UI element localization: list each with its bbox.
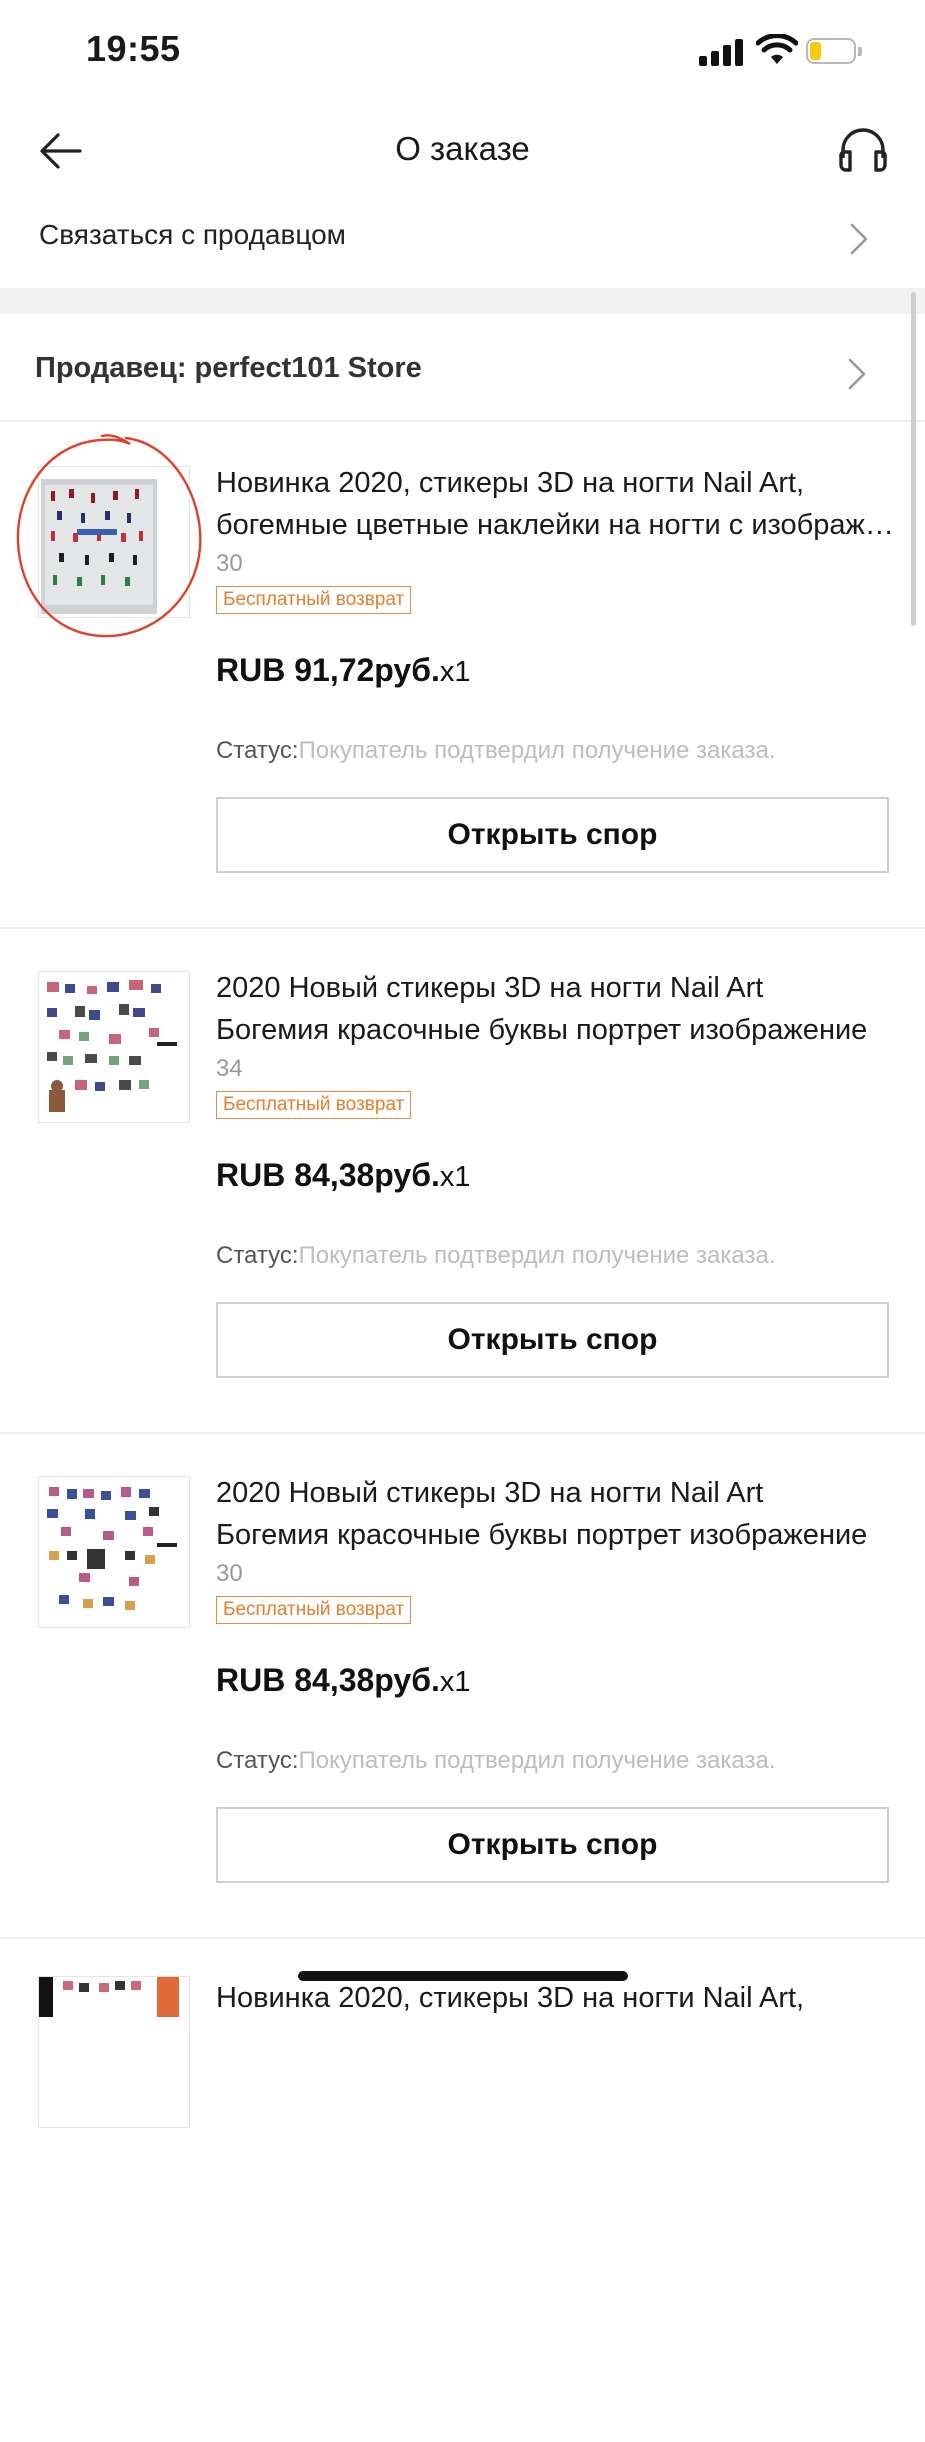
- product-title[interactable]: 2020 Новый стикеры 3D на ногти Nail Art …: [216, 967, 898, 1051]
- seller-name: Продавец: perfect101 Store: [35, 352, 422, 384]
- chevron-right-icon: [848, 358, 866, 390]
- free-return-badge: Бесплатный возврат: [216, 1596, 412, 1624]
- product-price: RUB 91,72руб.x1: [216, 652, 471, 688]
- product-title[interactable]: Новинка 2020, стикеры 3D на ногти Nail A…: [216, 462, 898, 546]
- annotation-circle: [16, 434, 202, 638]
- contact-seller-label: Связаться с продавцом: [39, 219, 346, 250]
- status-bar: 19:55: [0, 0, 925, 100]
- order-status: Статус:Покупатель подтвердил получение з…: [216, 1242, 776, 1269]
- nav-header: О заказе: [0, 110, 925, 192]
- product-quantity: x1: [439, 1161, 471, 1193]
- product-image[interactable]: [39, 1477, 189, 1627]
- product-quantity: x1: [439, 656, 471, 688]
- free-return-badge: Бесплатный возврат: [216, 586, 412, 614]
- section-divider: [0, 288, 925, 314]
- status-time: 19:55: [86, 28, 181, 69]
- product-sku: 30: [216, 550, 243, 577]
- product-image[interactable]: [39, 972, 189, 1122]
- cellular-signal-icon: [699, 38, 743, 66]
- open-dispute-button[interactable]: Открыть спор: [216, 1807, 889, 1883]
- order-item: 2020 Новый стикеры 3D на ногти Nail Art …: [0, 1432, 925, 1939]
- product-price: RUB 84,38руб.x1: [216, 1662, 471, 1698]
- sticker-sheet-image: [39, 972, 189, 1122]
- sticker-sheet-image: [39, 1477, 189, 1627]
- headset-support-icon[interactable]: [834, 122, 892, 180]
- order-status: Статус:Покупатель подтвердил получение з…: [216, 1747, 776, 1774]
- battery-icon: [806, 38, 862, 66]
- home-indicator[interactable]: [298, 1971, 628, 1981]
- product-quantity: x1: [439, 1666, 471, 1698]
- product-sku: 34: [216, 1055, 243, 1082]
- chevron-right-icon: [850, 223, 868, 255]
- contact-seller-row[interactable]: Связаться с продавцом: [0, 205, 925, 275]
- order-item: 2020 Новый стикеры 3D на ногти Nail Art …: [0, 927, 925, 1434]
- product-title[interactable]: Новинка 2020, стикеры 3D на ногти Nail A…: [216, 1977, 898, 2019]
- order-status: Статус:Покупатель подтвердил получение з…: [216, 737, 776, 764]
- product-sku: 30: [216, 1560, 243, 1587]
- wifi-icon: [756, 34, 798, 64]
- open-dispute-button[interactable]: Открыть спор: [216, 1302, 889, 1378]
- free-return-badge: Бесплатный возврат: [216, 1091, 412, 1119]
- product-price: RUB 84,38руб.x1: [216, 1157, 471, 1193]
- seller-row[interactable]: Продавец: perfect101 Store: [0, 330, 925, 420]
- open-dispute-button[interactable]: Открыть спор: [216, 797, 889, 873]
- order-item: Новинка 2020, стикеры 3D на ногти Nail A…: [0, 1937, 925, 2442]
- product-title[interactable]: 2020 Новый стикеры 3D на ногти Nail Art …: [216, 1472, 898, 1556]
- page-title: О заказе: [395, 130, 530, 167]
